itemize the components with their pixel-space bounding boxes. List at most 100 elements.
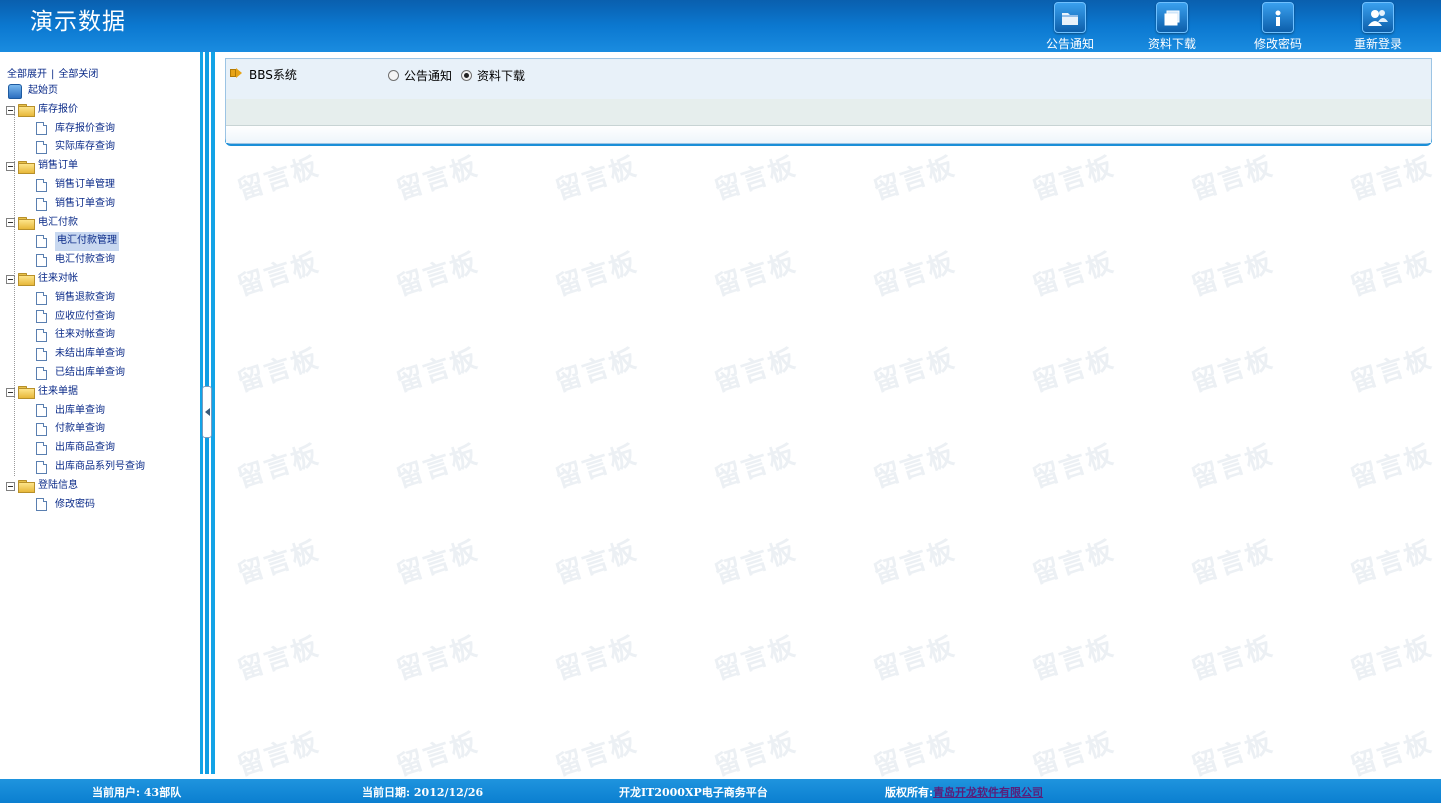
radio-announcements-label[interactable]: 公告通知 bbox=[404, 67, 452, 84]
document-icon bbox=[36, 348, 47, 362]
copyright: 版权所有:青岛开龙软件有限公司 bbox=[885, 784, 1043, 800]
tree-item-label[interactable]: 销售订单管理 bbox=[55, 176, 115, 195]
platform-name: 开龙IT2000XP电子商务平台 bbox=[619, 786, 768, 799]
watermark-text: 留言板 bbox=[870, 151, 960, 207]
tree-item[interactable]: 已结出库单查询 bbox=[6, 364, 145, 383]
tree-item[interactable]: 未结出库单查询 bbox=[6, 345, 145, 364]
bbs-title: BBS系统 bbox=[249, 68, 297, 82]
watermark-text: 留言板 bbox=[1347, 631, 1437, 687]
watermark-text: 留言板 bbox=[234, 727, 324, 779]
tree-item[interactable]: 销售订单查询 bbox=[6, 195, 145, 214]
tree-group-account-reconciliation[interactable]: 往来对帐 bbox=[6, 270, 145, 289]
bbs-panel-footer bbox=[226, 126, 1431, 143]
tree-home-label[interactable]: 起始页 bbox=[28, 82, 58, 101]
tree-group-login-info[interactable]: 登陆信息 bbox=[6, 477, 145, 496]
radio-downloads-label[interactable]: 资料下载 bbox=[477, 67, 525, 84]
tree-group-sales-orders[interactable]: 销售订单 bbox=[6, 157, 145, 176]
watermark-text: 留言板 bbox=[393, 535, 483, 591]
bbs-radio-group: 公告通知 资料下载 bbox=[388, 67, 534, 84]
watermark-text: 留言板 bbox=[711, 439, 801, 495]
watermark-text: 留言板 bbox=[870, 631, 960, 687]
tree-item-label[interactable]: 付款单查询 bbox=[55, 420, 105, 439]
tree-item-label[interactable]: 库存报价查询 bbox=[55, 120, 115, 139]
tree-group-label[interactable]: 登陆信息 bbox=[38, 477, 78, 496]
tree-item[interactable]: 销售退款查询 bbox=[6, 289, 145, 308]
watermark-text: 留言板 bbox=[234, 535, 324, 591]
main-content: 留言板 留言板 留言板 留言板 留言板 留言板 留言板 留言板 留言板 留言板 留言板 留言板 留言板留… bbox=[218, 52, 1441, 779]
watermark-text: 留言板 bbox=[1347, 247, 1437, 303]
watermark-text: 留言板 bbox=[393, 247, 483, 303]
tree-item-label[interactable]: 销售退款查询 bbox=[55, 289, 115, 308]
tree-item[interactable]: 出库商品查询 bbox=[6, 439, 145, 458]
company-link[interactable]: 青岛开龙软件有限公司 bbox=[933, 786, 1043, 799]
collapse-toggle-icon[interactable] bbox=[6, 481, 15, 491]
watermark-text: 留言板 bbox=[1347, 343, 1437, 399]
nav-button-announcements[interactable]: 公告通知 bbox=[1035, 0, 1105, 52]
tree-item-selected[interactable]: 电汇付款管理 bbox=[6, 232, 145, 252]
tree-item-label[interactable]: 实际库存查询 bbox=[55, 138, 115, 157]
tree-item-label[interactable]: 未结出库单查询 bbox=[55, 345, 125, 364]
open-folder-icon bbox=[18, 273, 35, 287]
tree-group-label[interactable]: 库存报价 bbox=[38, 101, 78, 120]
tree-item[interactable]: 应收应付查询 bbox=[6, 308, 145, 327]
tree-toggle-row: 全部展开 | 全部关闭 bbox=[7, 65, 98, 80]
watermark-text: 留言板 bbox=[870, 247, 960, 303]
watermark-text: 留言板 bbox=[1347, 727, 1437, 779]
tree-item-label[interactable]: 往来对帐查询 bbox=[55, 326, 115, 345]
tree-group-inventory[interactable]: 库存报价 bbox=[6, 101, 145, 120]
tree-item[interactable]: 电汇付款查询 bbox=[6, 251, 145, 270]
watermark-text: 留言板 bbox=[393, 151, 483, 207]
tree-item-label[interactable]: 出库单查询 bbox=[55, 402, 105, 421]
tree-item-label[interactable]: 修改密码 bbox=[55, 496, 95, 515]
tree-group-wire-payment[interactable]: 电汇付款 bbox=[6, 214, 145, 233]
watermark-text: 留言板 bbox=[711, 631, 801, 687]
nav-button-downloads[interactable]: 资料下载 bbox=[1137, 0, 1207, 52]
tree-group-label[interactable]: 往来对帐 bbox=[38, 270, 78, 289]
tree-item[interactable]: 实际库存查询 bbox=[6, 138, 145, 157]
collapse-sidebar-handle[interactable] bbox=[202, 386, 212, 438]
radio-announcements[interactable] bbox=[388, 70, 399, 81]
open-folder-icon bbox=[18, 480, 35, 494]
nav-label-relogin: 重新登录 bbox=[1353, 37, 1402, 51]
tree-item[interactable]: 销售订单管理 bbox=[6, 176, 145, 195]
watermark-text: 留言板 bbox=[1029, 631, 1119, 687]
radio-downloads[interactable] bbox=[461, 70, 473, 81]
nav-button-change-password[interactable]: 修改密码 bbox=[1243, 0, 1313, 52]
tree-item[interactable]: 出库单查询 bbox=[6, 402, 145, 421]
tree-item-label[interactable]: 已结出库单查询 bbox=[55, 364, 125, 383]
tree-item[interactable]: 修改密码 bbox=[6, 496, 145, 515]
tree-item-label[interactable]: 出库商品系列号查询 bbox=[55, 458, 145, 477]
tree-home[interactable]: 起始页 bbox=[6, 82, 145, 101]
watermark-text: 留言板 bbox=[234, 247, 324, 303]
tree-item-label[interactable]: 电汇付款查询 bbox=[55, 251, 115, 270]
watermark-text: 留言板 bbox=[1029, 727, 1119, 779]
collapse-all-link[interactable]: 全部关闭 bbox=[58, 69, 98, 80]
tree-item[interactable]: 库存报价查询 bbox=[6, 120, 145, 139]
watermark-text: 留言板 bbox=[711, 343, 801, 399]
document-icon bbox=[36, 291, 47, 305]
tree-item-label[interactable]: 应收应付查询 bbox=[55, 308, 115, 327]
sidebar-splitter[interactable] bbox=[199, 52, 216, 774]
tree-group-label[interactable]: 往来单据 bbox=[38, 383, 78, 402]
watermark-text: 留言板 bbox=[234, 151, 324, 207]
tree-item[interactable]: 付款单查询 bbox=[6, 420, 145, 439]
watermark-text: 留言板 bbox=[1029, 343, 1119, 399]
nav-button-relogin[interactable]: 重新登录 bbox=[1343, 0, 1413, 52]
watermark-text: 留言板 bbox=[1188, 535, 1278, 591]
document-icon bbox=[36, 423, 47, 437]
tree-item-label[interactable]: 出库商品查询 bbox=[55, 439, 115, 458]
expand-all-link[interactable]: 全部展开 bbox=[7, 69, 47, 80]
watermark-background: 留言板 留言板 留言板 留言板 留言板 留言板 留言板 留言板 留言板 留言板 留言板 留言板 留言板留… bbox=[218, 52, 1441, 779]
tree-group-label[interactable]: 电汇付款 bbox=[38, 214, 78, 233]
watermark-text: 留言板 bbox=[393, 727, 483, 779]
tree-item[interactable]: 往来对帐查询 bbox=[6, 326, 145, 345]
bbs-panel-header: BBS系统 公告通知 资料下载 bbox=[226, 59, 1431, 99]
tree-item-label[interactable]: 电汇付款管理 bbox=[55, 232, 119, 252]
tree-item[interactable]: 出库商品系列号查询 bbox=[6, 458, 145, 477]
watermark-text: 留言板 bbox=[1188, 631, 1278, 687]
tree-group-label[interactable]: 销售订单 bbox=[38, 157, 78, 176]
tree-group-documents[interactable]: 往来单据 bbox=[6, 383, 145, 402]
tree-item-label[interactable]: 销售订单查询 bbox=[55, 195, 115, 214]
info-icon bbox=[1262, 2, 1294, 33]
users-icon bbox=[1362, 2, 1394, 33]
